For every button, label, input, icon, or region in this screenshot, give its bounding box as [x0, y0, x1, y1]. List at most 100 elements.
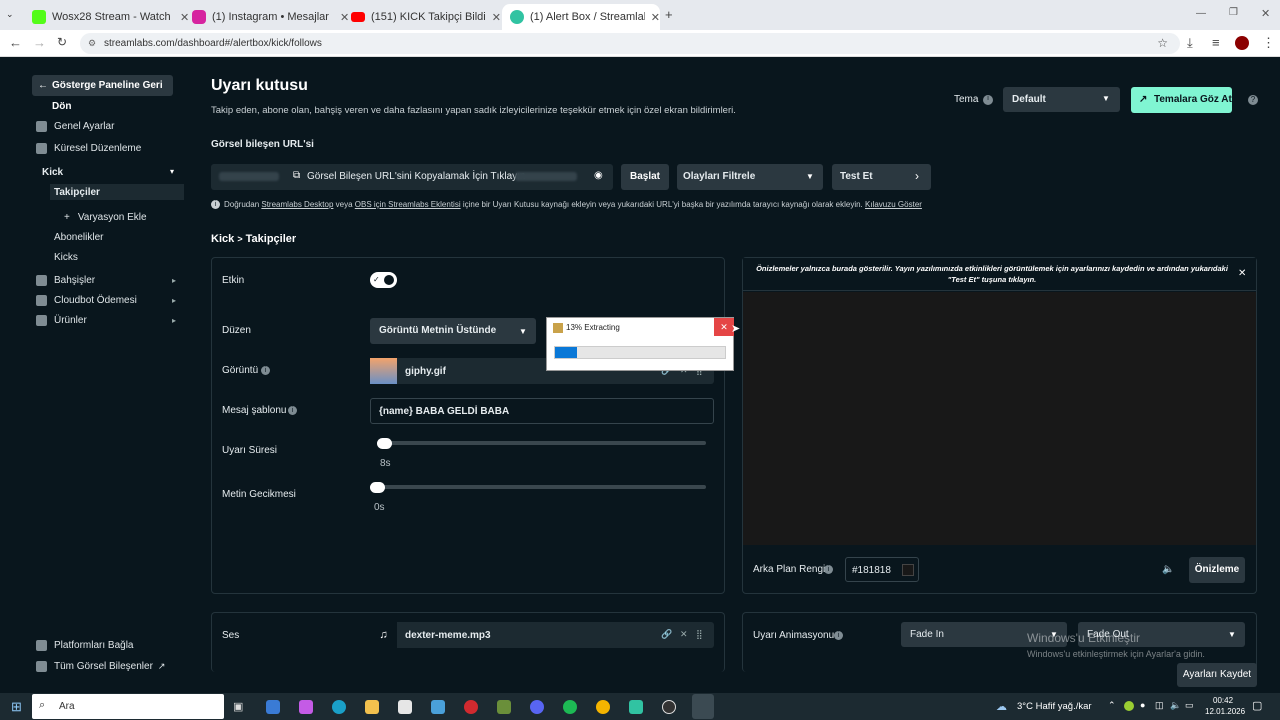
spotify-icon[interactable]: [563, 700, 577, 714]
tray-arrow-icon[interactable]: ⌃: [1108, 700, 1116, 711]
reload-icon[interactable]: ↻: [57, 35, 67, 49]
tab-wosx28[interactable]: Wosx28 Stream - Watch Live on ✕: [24, 4, 192, 30]
speaker-icon[interactable]: 🔈: [1162, 564, 1174, 575]
window-close-icon[interactable]: ✕: [1261, 7, 1270, 20]
obs-plugin-link[interactable]: OBS için Streamlabs Eklentisi: [355, 200, 461, 209]
filter-events-select[interactable]: Olayları Filtrele ▼: [677, 164, 823, 190]
sidebar-item-label: Abonelikler: [54, 232, 104, 243]
taskbar-search-box[interactable]: ⌕ Ara: [32, 694, 224, 719]
browse-themes-button[interactable]: ↗ Temalara Göz At: [1131, 87, 1232, 113]
obs-icon[interactable]: [662, 700, 676, 714]
caret-down-icon: ▼: [806, 172, 814, 181]
forward-arrow-icon[interactable]: →: [33, 35, 46, 50]
opera-icon[interactable]: [464, 700, 478, 714]
bookmark-star-icon[interactable]: ☆: [1157, 33, 1168, 54]
breadcrumb-item[interactable]: Kick: [211, 233, 234, 245]
microphone-icon[interactable]: ●: [1140, 700, 1145, 710]
notification-icon[interactable]: ▢: [1252, 699, 1262, 712]
windows-start-icon[interactable]: ⊞: [11, 699, 22, 715]
sidebar-item-add-variation[interactable]: + Varyasyon Ekle: [64, 212, 147, 223]
remove-icon[interactable]: ✕: [680, 629, 688, 640]
eye-icon[interactable]: ◉: [594, 170, 603, 181]
streamlabs-desktop-link[interactable]: Streamlabs Desktop: [261, 200, 333, 209]
sidebar-item-tips[interactable]: Bahşişler ▸: [36, 275, 176, 286]
app-icon[interactable]: [431, 700, 445, 714]
info-icon[interactable]: i: [983, 95, 993, 105]
link-icon[interactable]: 🔗: [661, 629, 672, 640]
enabled-toggle[interactable]: ✓: [370, 272, 397, 288]
delay-slider[interactable]: [370, 485, 706, 489]
close-icon[interactable]: ✕: [651, 11, 660, 24]
grid-icon[interactable]: ⣿: [696, 629, 703, 640]
info-icon[interactable]: i: [261, 366, 270, 375]
tray-app-icon[interactable]: [1124, 701, 1134, 711]
sidebar-item-general-settings[interactable]: Genel Ayarlar: [36, 121, 114, 132]
sidebar-item-followers[interactable]: Takipçiler: [50, 184, 184, 200]
help-icon[interactable]: ?: [1248, 95, 1258, 105]
new-tab-icon[interactable]: +: [665, 7, 673, 22]
info-icon[interactable]: i: [834, 631, 843, 640]
tab-title: (1) Instagram • Mesajlar: [212, 11, 329, 23]
caret-down-icon: ▼: [519, 327, 527, 336]
discord-icon[interactable]: [530, 700, 544, 714]
sidebar-item-cloudbot[interactable]: Cloudbot Ödemesi ▸: [36, 295, 176, 306]
save-settings-button[interactable]: Ayarları Kaydet: [1177, 663, 1257, 687]
duration-slider[interactable]: [377, 441, 706, 445]
profile-avatar[interactable]: [1235, 36, 1249, 50]
weather-app-icon[interactable]: [266, 700, 280, 714]
edge-icon[interactable]: [332, 700, 346, 714]
close-icon[interactable]: ✕: [492, 11, 501, 24]
streamlabs-icon[interactable]: [629, 700, 643, 714]
store-icon[interactable]: [398, 700, 412, 714]
tab-alertbox[interactable]: (1) Alert Box / Streamlabs ✕: [502, 4, 660, 30]
url-field[interactable]: ⚙ streamlabs.com/dashboard#/alertbox/kic…: [80, 33, 1180, 54]
sidebar-all-widgets[interactable]: Tüm Görsel Bileşenler ↗: [36, 661, 165, 672]
extensions-icon[interactable]: ≡: [1212, 35, 1220, 50]
widget-url-copy-field[interactable]: ⧉ Görsel Bileşen URL'sini Kopyalamak İçi…: [211, 164, 613, 190]
bg-color-input[interactable]: #181818: [845, 557, 919, 582]
layout-select[interactable]: Görüntü Metnin Üstünde ▼: [370, 318, 536, 344]
winrar-taskbar-icon[interactable]: [692, 694, 714, 719]
theme-select[interactable]: Default ▼: [1003, 87, 1120, 112]
back-arrow-icon[interactable]: ←: [9, 35, 22, 50]
battery-icon[interactable]: ▭: [1185, 700, 1194, 711]
info-icon[interactable]: i: [824, 565, 833, 574]
back-to-dashboard-button[interactable]: ← Gösterge Paneline Geri Dön: [32, 75, 173, 112]
task-view-icon[interactable]: ▣: [233, 700, 247, 714]
start-button[interactable]: Başlat: [621, 164, 669, 190]
restore-icon[interactable]: ❐: [1229, 7, 1238, 18]
clock-date[interactable]: 12.01.2026: [1205, 707, 1245, 716]
copilot-icon[interactable]: [299, 700, 313, 714]
sidebar-item-products[interactable]: Ürünler ▸: [36, 315, 176, 326]
tab-list-chevron-icon[interactable]: ⌄: [6, 9, 14, 20]
close-icon[interactable]: ✕: [1238, 268, 1246, 279]
download-icon[interactable]: ⤓: [1187, 35, 1193, 51]
preview-button[interactable]: Önizleme: [1189, 557, 1245, 583]
minecraft-icon[interactable]: [497, 700, 511, 714]
show-guide-link[interactable]: Kılavuzu Göster: [865, 200, 922, 209]
site-info-icon[interactable]: ⚙: [88, 33, 96, 54]
sound-field[interactable]: ♫ dexter-meme.mp3 🔗 ✕ ⣿: [370, 622, 714, 648]
tab-youtube[interactable]: (151) KICK Takipçi Bildirimi ve E ✕: [343, 4, 501, 30]
info-icon[interactable]: i: [288, 406, 297, 415]
chevron-right-icon: ▸: [172, 276, 177, 285]
tab-instagram[interactable]: (1) Instagram • Mesajlar ✕: [184, 4, 352, 30]
volume-icon[interactable]: 🔈: [1170, 700, 1181, 711]
delay-slider-handle[interactable]: [370, 482, 385, 493]
message-template-input[interactable]: {name} BABA GELDİ BABA: [370, 398, 714, 424]
sidebar-item-subscriptions[interactable]: Abonelikler: [54, 232, 103, 243]
duration-slider-handle[interactable]: [377, 438, 392, 449]
browser-menu-icon[interactable]: ⋮: [1262, 35, 1275, 51]
color-swatch[interactable]: [902, 564, 914, 576]
weather-text[interactable]: 3°C Hafif yağ./kar: [1017, 701, 1092, 712]
network-icon[interactable]: ◫: [1155, 700, 1164, 711]
sidebar-item-global-edit[interactable]: Küresel Düzenleme: [36, 143, 141, 154]
file-explorer-icon[interactable]: [365, 700, 379, 714]
test-button[interactable]: Test Et ›: [832, 164, 931, 190]
clock-time[interactable]: 00:42: [1213, 696, 1233, 705]
sidebar-item-kick[interactable]: Kick ▾: [36, 164, 184, 180]
sidebar-connect-platforms[interactable]: Platformları Bağla: [36, 640, 133, 651]
chrome-icon[interactable]: [596, 700, 610, 714]
minimize-icon[interactable]: —: [1196, 8, 1206, 19]
sidebar-item-kicks[interactable]: Kicks: [54, 252, 78, 263]
